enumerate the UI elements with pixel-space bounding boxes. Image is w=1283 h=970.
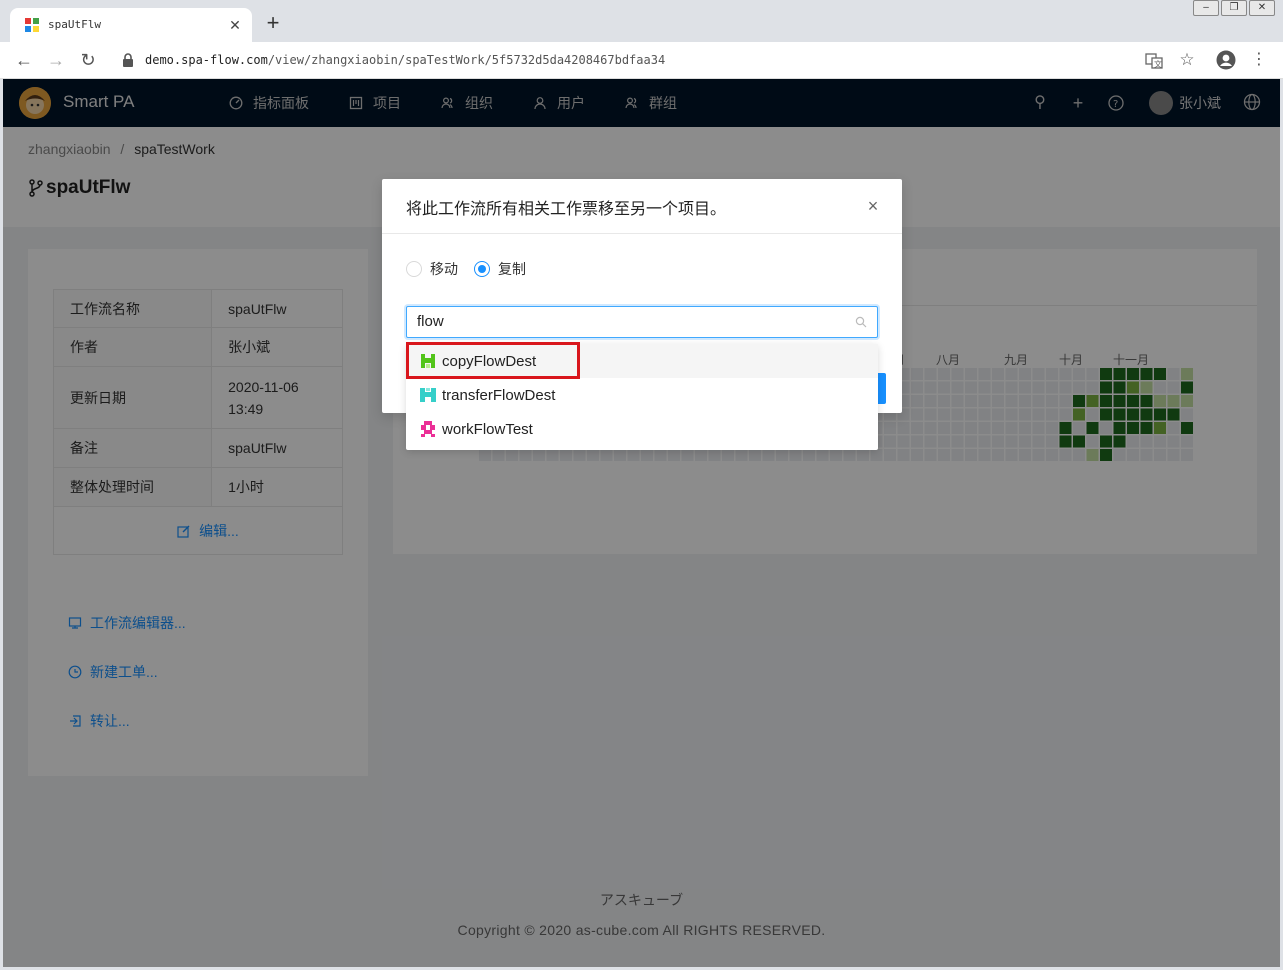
- highlight-annotation-box: [406, 342, 580, 379]
- browser-tab[interactable]: spaUtFlw ✕: [10, 8, 252, 42]
- mode-radio-group: 移动 复制: [406, 259, 526, 279]
- search-icon: [855, 316, 867, 328]
- browser-tabbar: spaUtFlw ✕ + – ❐ ✕: [0, 0, 1283, 42]
- svg-text:文: 文: [1154, 59, 1162, 69]
- modal-title: 将此工作流所有相关工作票移至另一个项目。: [382, 179, 902, 234]
- radio-move-label: 移动: [430, 261, 458, 277]
- back-icon[interactable]: ←: [14, 50, 34, 70]
- address-bar: ← → ↻ demo.spa-flow.com/view/zhangxiaobi…: [0, 42, 1283, 79]
- modal-close-icon[interactable]: ×: [864, 197, 882, 215]
- bookmark-star-icon[interactable]: ☆: [1177, 50, 1197, 70]
- url-field[interactable]: demo.spa-flow.com/view/zhangxiaobin/spaT…: [145, 53, 665, 67]
- forward-icon[interactable]: →: [46, 50, 66, 70]
- search-input-value: flow: [417, 313, 444, 330]
- tab-title: spaUtFlw: [48, 18, 101, 31]
- url-host: demo.spa-flow.com: [145, 53, 268, 67]
- radio-copy[interactable]: 复制: [474, 259, 526, 279]
- reload-icon[interactable]: ↻: [78, 50, 98, 70]
- browser-menu-icon[interactable]: ⋮: [1249, 50, 1269, 70]
- radio-copy-circle[interactable]: [474, 261, 490, 277]
- app-favicon-icon: [25, 18, 39, 32]
- radio-move[interactable]: 移动: [406, 259, 458, 279]
- lock-icon: [123, 53, 133, 67]
- close-window-icon[interactable]: ✕: [1249, 0, 1275, 16]
- minimize-icon[interactable]: –: [1193, 0, 1219, 16]
- url-path: /view/zhangxiaobin/spaTestWork/5f5732d5d…: [267, 53, 666, 67]
- restore-icon[interactable]: ❐: [1221, 0, 1247, 16]
- translate-icon[interactable]: 文: [1145, 52, 1163, 70]
- new-tab-button[interactable]: +: [262, 12, 284, 35]
- project-identicon-icon: [421, 421, 435, 437]
- radio-move-circle[interactable]: [406, 261, 422, 277]
- project-search-input[interactable]: flow: [406, 306, 878, 338]
- option-label: workFlowTest: [442, 420, 533, 438]
- option-label: transferFlowDest: [442, 386, 556, 404]
- radio-copy-label: 复制: [498, 261, 526, 277]
- project-identicon-icon: [420, 388, 436, 402]
- profile-icon[interactable]: [1216, 50, 1236, 70]
- window-controls: – ❐ ✕: [1193, 0, 1275, 16]
- tab-close-icon[interactable]: ✕: [226, 16, 244, 34]
- option-transferflowdest[interactable]: transferFlowDest: [406, 378, 878, 412]
- option-workflowtest[interactable]: workFlowTest: [406, 412, 878, 446]
